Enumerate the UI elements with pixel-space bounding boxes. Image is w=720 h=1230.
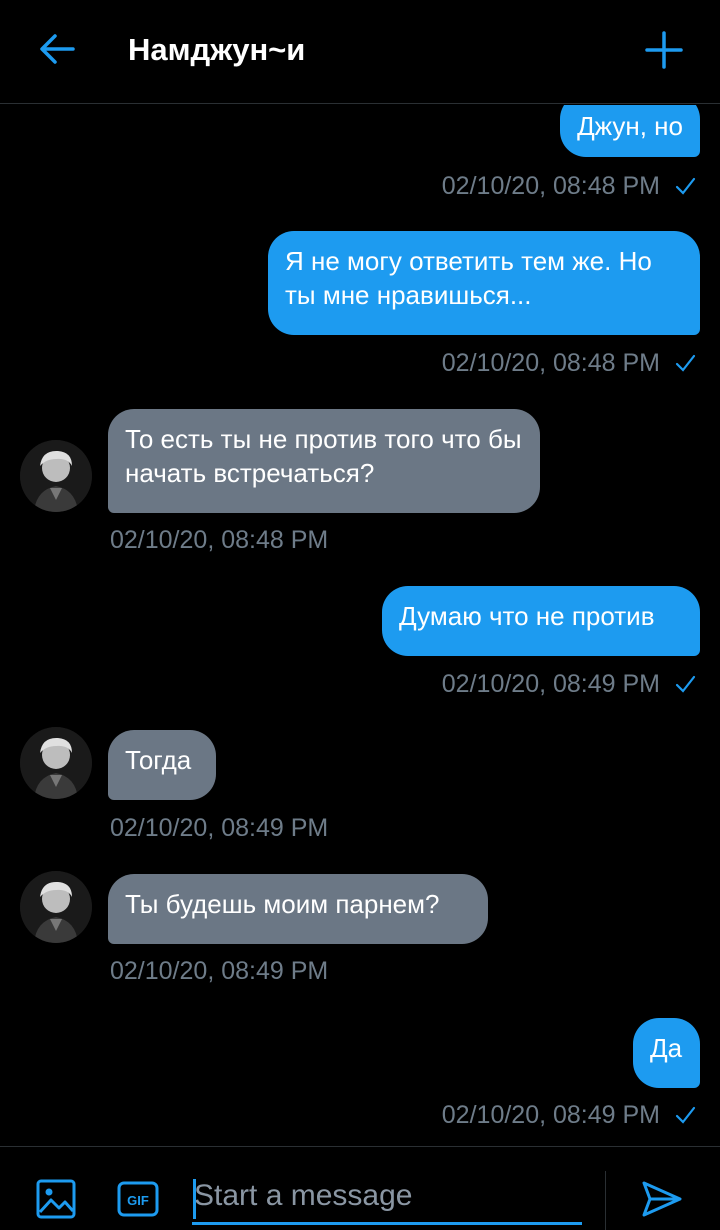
message-timestamp: 02/10/20, 08:49 PM: [442, 1100, 696, 1130]
back-button[interactable]: [30, 22, 84, 76]
check-icon: [675, 675, 696, 693]
message-timestamp: 02/10/20, 08:49 PM: [442, 669, 696, 699]
message-text: Да: [650, 1033, 683, 1063]
message-bubble-incoming[interactable]: Ты будешь моим парнем?: [108, 874, 488, 944]
message-bubble-outgoing[interactable]: Я не могу ответить тем же. Но ты мне нра…: [268, 231, 700, 335]
back-arrow-icon: [40, 34, 75, 64]
image-icon: [36, 1179, 76, 1219]
message-composer: GIF: [0, 1146, 720, 1230]
check-icon: [675, 1106, 696, 1124]
message-timestamp: 02/10/20, 08:49 PM: [110, 957, 329, 985]
message-input[interactable]: [192, 1175, 582, 1225]
message-text: Джун, но: [577, 111, 683, 141]
message-bubble-incoming[interactable]: То есть ты не против того что бы начать …: [108, 409, 540, 513]
message-bubble-outgoing[interactable]: Джун, но: [560, 105, 700, 157]
add-photo-button[interactable]: [34, 1177, 78, 1221]
conversation-header: Намджун~и: [0, 0, 720, 104]
avatar[interactable]: [20, 440, 92, 512]
message-bubble-outgoing[interactable]: Думаю что не против: [382, 586, 700, 656]
message-text: Ты будешь моим парнем?: [125, 889, 440, 919]
message-timestamp: 02/10/20, 08:48 PM: [442, 348, 696, 378]
gif-button[interactable]: GIF: [116, 1177, 160, 1221]
message-timestamp: 02/10/20, 08:48 PM: [110, 526, 329, 554]
avatar[interactable]: [20, 727, 92, 799]
check-icon: [675, 177, 696, 195]
send-icon: [642, 1181, 682, 1217]
avatar[interactable]: [20, 871, 92, 943]
message-timestamp: 02/10/20, 08:48 PM: [442, 171, 696, 201]
conversation-title: Намджун~и: [128, 32, 306, 67]
check-icon: [675, 354, 696, 372]
message-list[interactable]: Джун, но 02/10/20, 08:48 PM Я не могу от…: [0, 105, 720, 1145]
text-cursor: [193, 1179, 196, 1219]
plus-icon: [645, 31, 683, 69]
message-bubble-incoming[interactable]: Тогда: [108, 730, 216, 800]
message-timestamp: 02/10/20, 08:49 PM: [110, 814, 329, 842]
profile-photo-icon: [20, 440, 92, 512]
profile-photo-icon: [20, 727, 92, 799]
message-text: Я не могу ответить тем же. Но ты мне нра…: [285, 246, 652, 310]
profile-photo-icon: [20, 871, 92, 943]
send-button[interactable]: [640, 1177, 684, 1221]
add-button[interactable]: [636, 22, 692, 78]
gif-label: GIF: [127, 1193, 149, 1208]
message-text: То есть ты не против того что бы начать …: [125, 424, 522, 488]
message-text: Думаю что не против: [399, 601, 655, 631]
gif-icon: GIF: [117, 1181, 159, 1217]
message-bubble-outgoing[interactable]: Да: [633, 1018, 700, 1088]
composer-divider: [605, 1171, 606, 1230]
message-text: Тогда: [125, 745, 192, 775]
